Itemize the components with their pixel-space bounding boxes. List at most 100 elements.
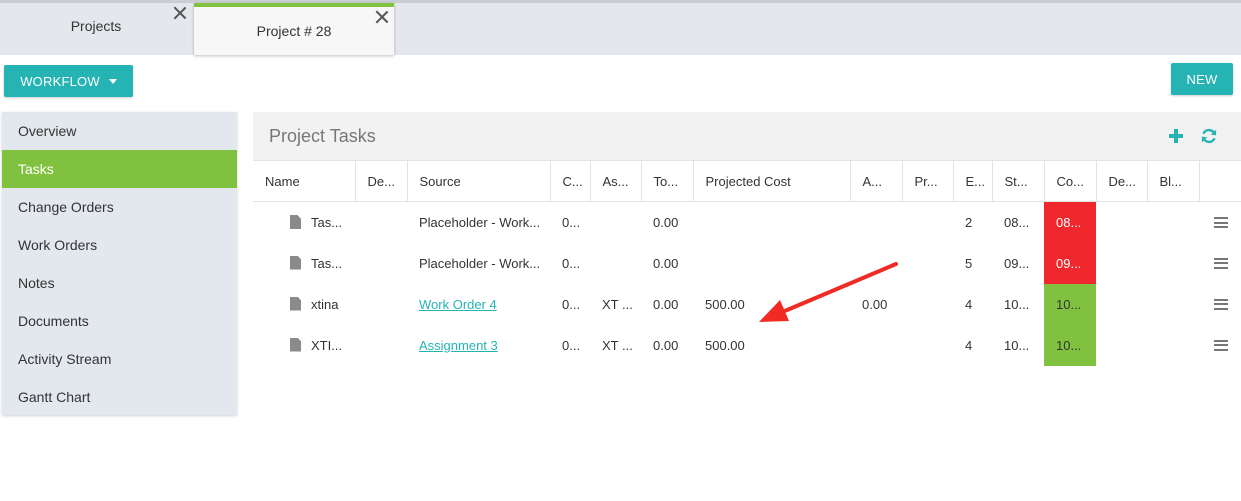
table-row[interactable]: xtina Work Order 4 0... XT ... 0.00 500.… xyxy=(253,283,1241,325)
table-row[interactable]: XTI... Assignment 3 0... XT ... 0.00 500… xyxy=(253,324,1241,366)
column-header-name[interactable]: Name xyxy=(253,160,356,202)
sidebar-item-gantt-chart[interactable]: Gantt Chart xyxy=(2,378,237,416)
pr-cell xyxy=(902,243,953,284)
bl-cell xyxy=(1147,325,1199,366)
sidebar-item-label: Activity Stream xyxy=(18,351,112,367)
hamburger-menu-icon[interactable] xyxy=(1214,298,1228,310)
de-cell xyxy=(1096,202,1147,243)
column-header-completion[interactable]: Co... xyxy=(1044,160,1097,202)
row-menu-cell xyxy=(1199,325,1241,366)
column-header-actual[interactable]: A... xyxy=(850,160,903,202)
table-header-row: Name De... Source C... As... To... Proje… xyxy=(253,160,1241,202)
column-header-assigned[interactable]: As... xyxy=(590,160,642,202)
pr-cell xyxy=(902,284,953,325)
column-header-e[interactable]: E... xyxy=(953,160,993,202)
start-cell: 10... xyxy=(1004,337,1030,353)
source-cell: Placeholder - Work... xyxy=(419,255,541,271)
total-cell: 0.00 xyxy=(653,337,679,353)
column-header-de[interactable]: De... xyxy=(1096,160,1148,202)
row-menu-cell xyxy=(1199,243,1241,284)
actual-cell xyxy=(850,325,902,366)
hamburger-menu-icon[interactable] xyxy=(1214,217,1228,228)
source-cell: Placeholder - Work... xyxy=(419,214,541,230)
actual-cell: 0.00 xyxy=(862,296,888,312)
assigned-cell: XT ... xyxy=(602,296,633,312)
tab-project-28[interactable]: Project # 28 xyxy=(194,3,394,55)
sidebar-item-label: Tasks xyxy=(18,161,54,177)
task-name-cell[interactable]: Tas... xyxy=(253,202,355,243)
table-row[interactable]: Tas... Placeholder - Work... 0... 0.00 5… xyxy=(253,242,1241,284)
sidebar-item-activity-stream[interactable]: Activity Stream xyxy=(2,340,237,378)
column-header-start[interactable]: St... xyxy=(992,160,1045,202)
tab-label: Projects xyxy=(70,18,122,34)
completion-cell: 09... xyxy=(1044,242,1096,284)
source-cell: Assignment 3 xyxy=(407,325,550,366)
description-cell xyxy=(355,243,407,284)
document-icon xyxy=(290,255,301,270)
tab-projects[interactable]: Projects xyxy=(0,3,192,55)
column-header-pr[interactable]: Pr... xyxy=(902,160,954,202)
task-name-cell[interactable]: xtina xyxy=(253,284,355,325)
column-header-source[interactable]: Source xyxy=(407,160,551,202)
column-header-c[interactable]: C... xyxy=(550,160,591,202)
sidebar-item-work-orders[interactable]: Work Orders xyxy=(2,226,237,264)
e-cell: 2 xyxy=(965,214,973,230)
source-link[interactable]: Work Order 4 xyxy=(419,297,497,312)
pr-cell xyxy=(902,325,953,366)
projected-cost-cell xyxy=(693,202,850,243)
table-row[interactable]: Tas... Placeholder - Work... 0... 0.00 2… xyxy=(253,201,1241,243)
close-icon[interactable] xyxy=(375,10,389,24)
refresh-icon[interactable] xyxy=(1200,127,1218,145)
projected-cost-cell xyxy=(693,243,850,284)
document-icon xyxy=(290,296,301,311)
task-name-cell[interactable]: XTI... xyxy=(253,325,355,366)
de-cell xyxy=(1096,243,1147,284)
column-header-description[interactable]: De... xyxy=(355,160,408,202)
c-cell: 0... xyxy=(562,255,581,271)
caret-down-icon xyxy=(108,78,117,84)
column-header-projected-cost[interactable]: Projected Cost xyxy=(693,160,851,202)
total-cell: 0.00 xyxy=(653,255,679,271)
task-name-cell[interactable]: Tas... xyxy=(253,243,355,284)
hamburger-menu-icon[interactable] xyxy=(1214,257,1228,269)
actual-cell xyxy=(850,243,902,284)
assigned-cell xyxy=(590,243,641,284)
close-icon[interactable] xyxy=(173,6,187,20)
sidebar-item-notes[interactable]: Notes xyxy=(2,264,237,302)
description-cell xyxy=(355,284,407,325)
assigned-cell: XT ... xyxy=(602,337,633,353)
sidebar-item-tasks[interactable]: Tasks xyxy=(2,150,237,188)
sidebar-item-label: Overview xyxy=(18,123,77,139)
column-header-total[interactable]: To... xyxy=(641,160,694,202)
sidebar-item-overview[interactable]: Overview xyxy=(2,112,237,150)
start-cell: 08... xyxy=(1004,214,1030,230)
actual-cell xyxy=(850,202,902,243)
e-cell: 4 xyxy=(965,337,973,353)
pr-cell xyxy=(902,202,953,243)
sidebar-item-change-orders[interactable]: Change Orders xyxy=(2,188,237,226)
sidebar-item-label: Work Orders xyxy=(18,237,98,253)
description-cell xyxy=(355,325,407,366)
row-menu-cell xyxy=(1199,284,1241,325)
row-menu-cell xyxy=(1199,202,1241,243)
sidebar-item-documents[interactable]: Documents xyxy=(2,302,237,340)
add-task-icon[interactable] xyxy=(1168,128,1184,144)
source-link[interactable]: Assignment 3 xyxy=(419,338,498,353)
workflow-label: WORKFLOW xyxy=(20,73,100,89)
source-cell: Work Order 4 xyxy=(407,284,550,325)
workflow-dropdown-button[interactable]: WORKFLOW xyxy=(4,65,133,97)
column-header-bl[interactable]: Bl... xyxy=(1147,160,1200,202)
c-cell: 0... xyxy=(562,214,581,230)
hamburger-menu-icon[interactable] xyxy=(1214,339,1228,351)
project-tasks-panel: Project Tasks Name De... Source C... As.… xyxy=(253,112,1241,402)
e-cell: 4 xyxy=(965,296,973,312)
projected-cost-cell: 500.00 xyxy=(705,296,745,312)
sidebar-item-label: Documents xyxy=(18,313,89,329)
description-cell xyxy=(355,202,407,243)
total-cell: 0.00 xyxy=(653,214,679,230)
document-icon xyxy=(290,337,301,352)
new-button[interactable]: NEW xyxy=(1171,63,1233,95)
completion-cell: 10... xyxy=(1044,324,1096,366)
start-cell: 10... xyxy=(1004,296,1030,312)
sidebar-item-label: Notes xyxy=(18,275,55,291)
